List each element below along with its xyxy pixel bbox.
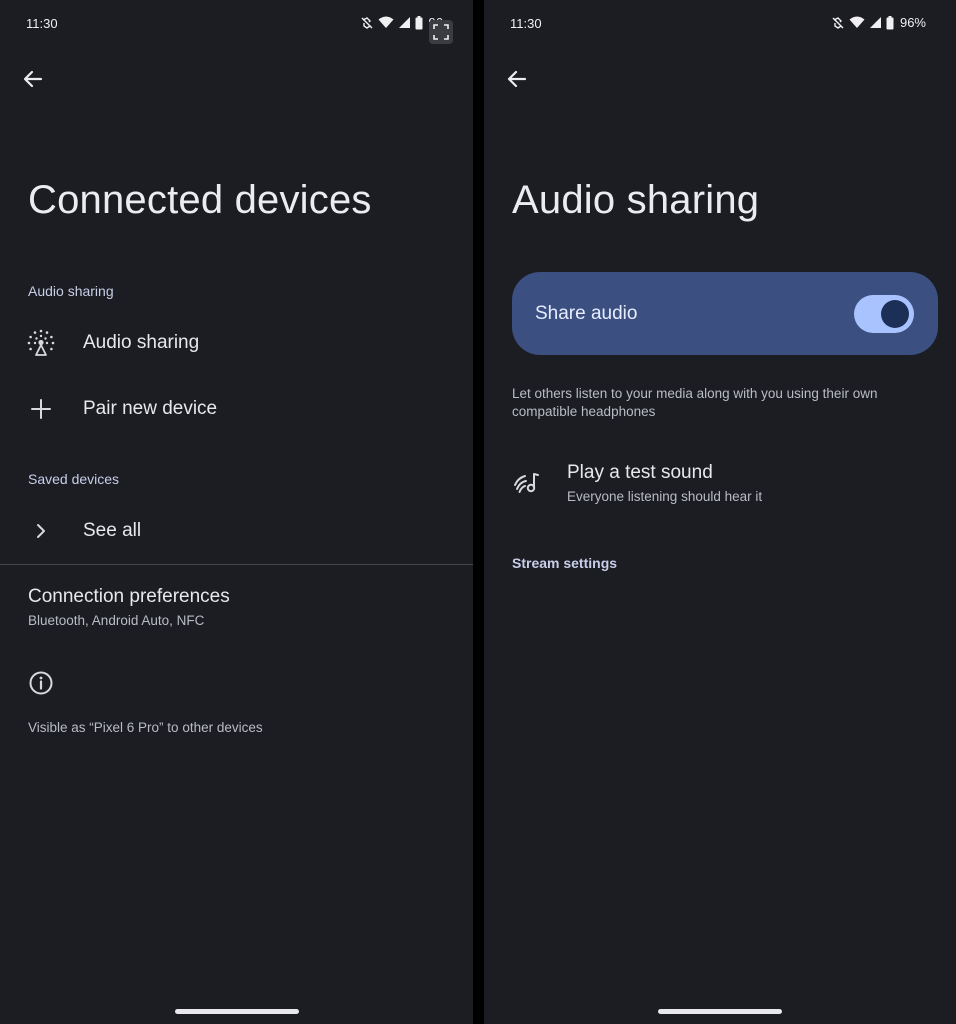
connection-preferences-title[interactable]: Connection preferences: [28, 586, 230, 608]
wifi-icon: [378, 16, 394, 28]
audio-sharing-item[interactable]: Audio sharing: [0, 315, 473, 371]
connected-devices-screen: 11:30 96 Connected devices Aud: [0, 0, 473, 1024]
page-title: Connected devices: [28, 178, 372, 222]
play-test-sound-title[interactable]: Play a test sound: [567, 462, 713, 484]
see-all-item[interactable]: See all: [0, 503, 473, 559]
test-sound-icon: [514, 473, 539, 493]
see-all-label: See all: [83, 520, 142, 541]
toggle-knob: [881, 300, 909, 328]
play-test-sound-subtitle: Everyone listening should hear it: [567, 489, 763, 504]
signal-icon: [398, 17, 410, 28]
share-audio-card[interactable]: Share audio: [512, 272, 938, 355]
pair-new-device-item[interactable]: Pair new device: [0, 381, 473, 437]
visible-as-text: Visible as “Pixel 6 Pro” to other device…: [28, 720, 263, 735]
section-header-audio-sharing: Audio sharing: [28, 283, 114, 299]
page-title: Audio sharing: [512, 178, 760, 222]
audio-sharing-screen: 11:30 96% Audio sharing Share audio Let …: [484, 0, 956, 1024]
stream-settings-header: Stream settings: [512, 555, 618, 571]
share-audio-description: Let others listen to your media along wi…: [512, 386, 878, 419]
connection-preferences-subtitle: Bluetooth, Android Auto, NFC: [28, 613, 205, 628]
pair-new-device-label: Pair new device: [83, 398, 218, 419]
info-icon: [29, 671, 53, 695]
battery-icon: [886, 15, 894, 29]
status-bar: 11:30 96: [26, 15, 443, 33]
status-time: 11:30: [510, 16, 542, 31]
battery-icon: [415, 15, 423, 29]
gesture-nav-bar[interactable]: [658, 1009, 782, 1014]
vibrate-off-icon: [832, 16, 844, 29]
status-bar: 11:30 96%: [510, 15, 926, 33]
status-icons: 96%: [831, 15, 926, 30]
section-header-saved-devices: Saved devices: [28, 471, 120, 487]
share-audio-toggle[interactable]: [854, 295, 914, 333]
battery-percent: 96%: [899, 15, 926, 30]
arrow-back-icon[interactable]: [504, 66, 530, 92]
audio-sharing-label: Audio sharing: [83, 332, 200, 353]
divider: [0, 564, 473, 565]
wifi-icon: [849, 16, 865, 28]
arrow-back-icon[interactable]: [20, 66, 46, 92]
signal-icon: [869, 17, 881, 28]
status-time: 11:30: [26, 16, 58, 31]
audio-sharing-icon: [26, 328, 56, 358]
chevron-right-icon: [26, 516, 56, 546]
plus-icon: [26, 394, 56, 424]
share-audio-label: Share audio: [535, 303, 638, 324]
screenshot-expand-button[interactable]: [429, 20, 453, 44]
gesture-nav-bar[interactable]: [174, 1009, 299, 1014]
screenshot-expand-icon: [433, 24, 449, 40]
vibrate-off-icon: [361, 16, 373, 29]
